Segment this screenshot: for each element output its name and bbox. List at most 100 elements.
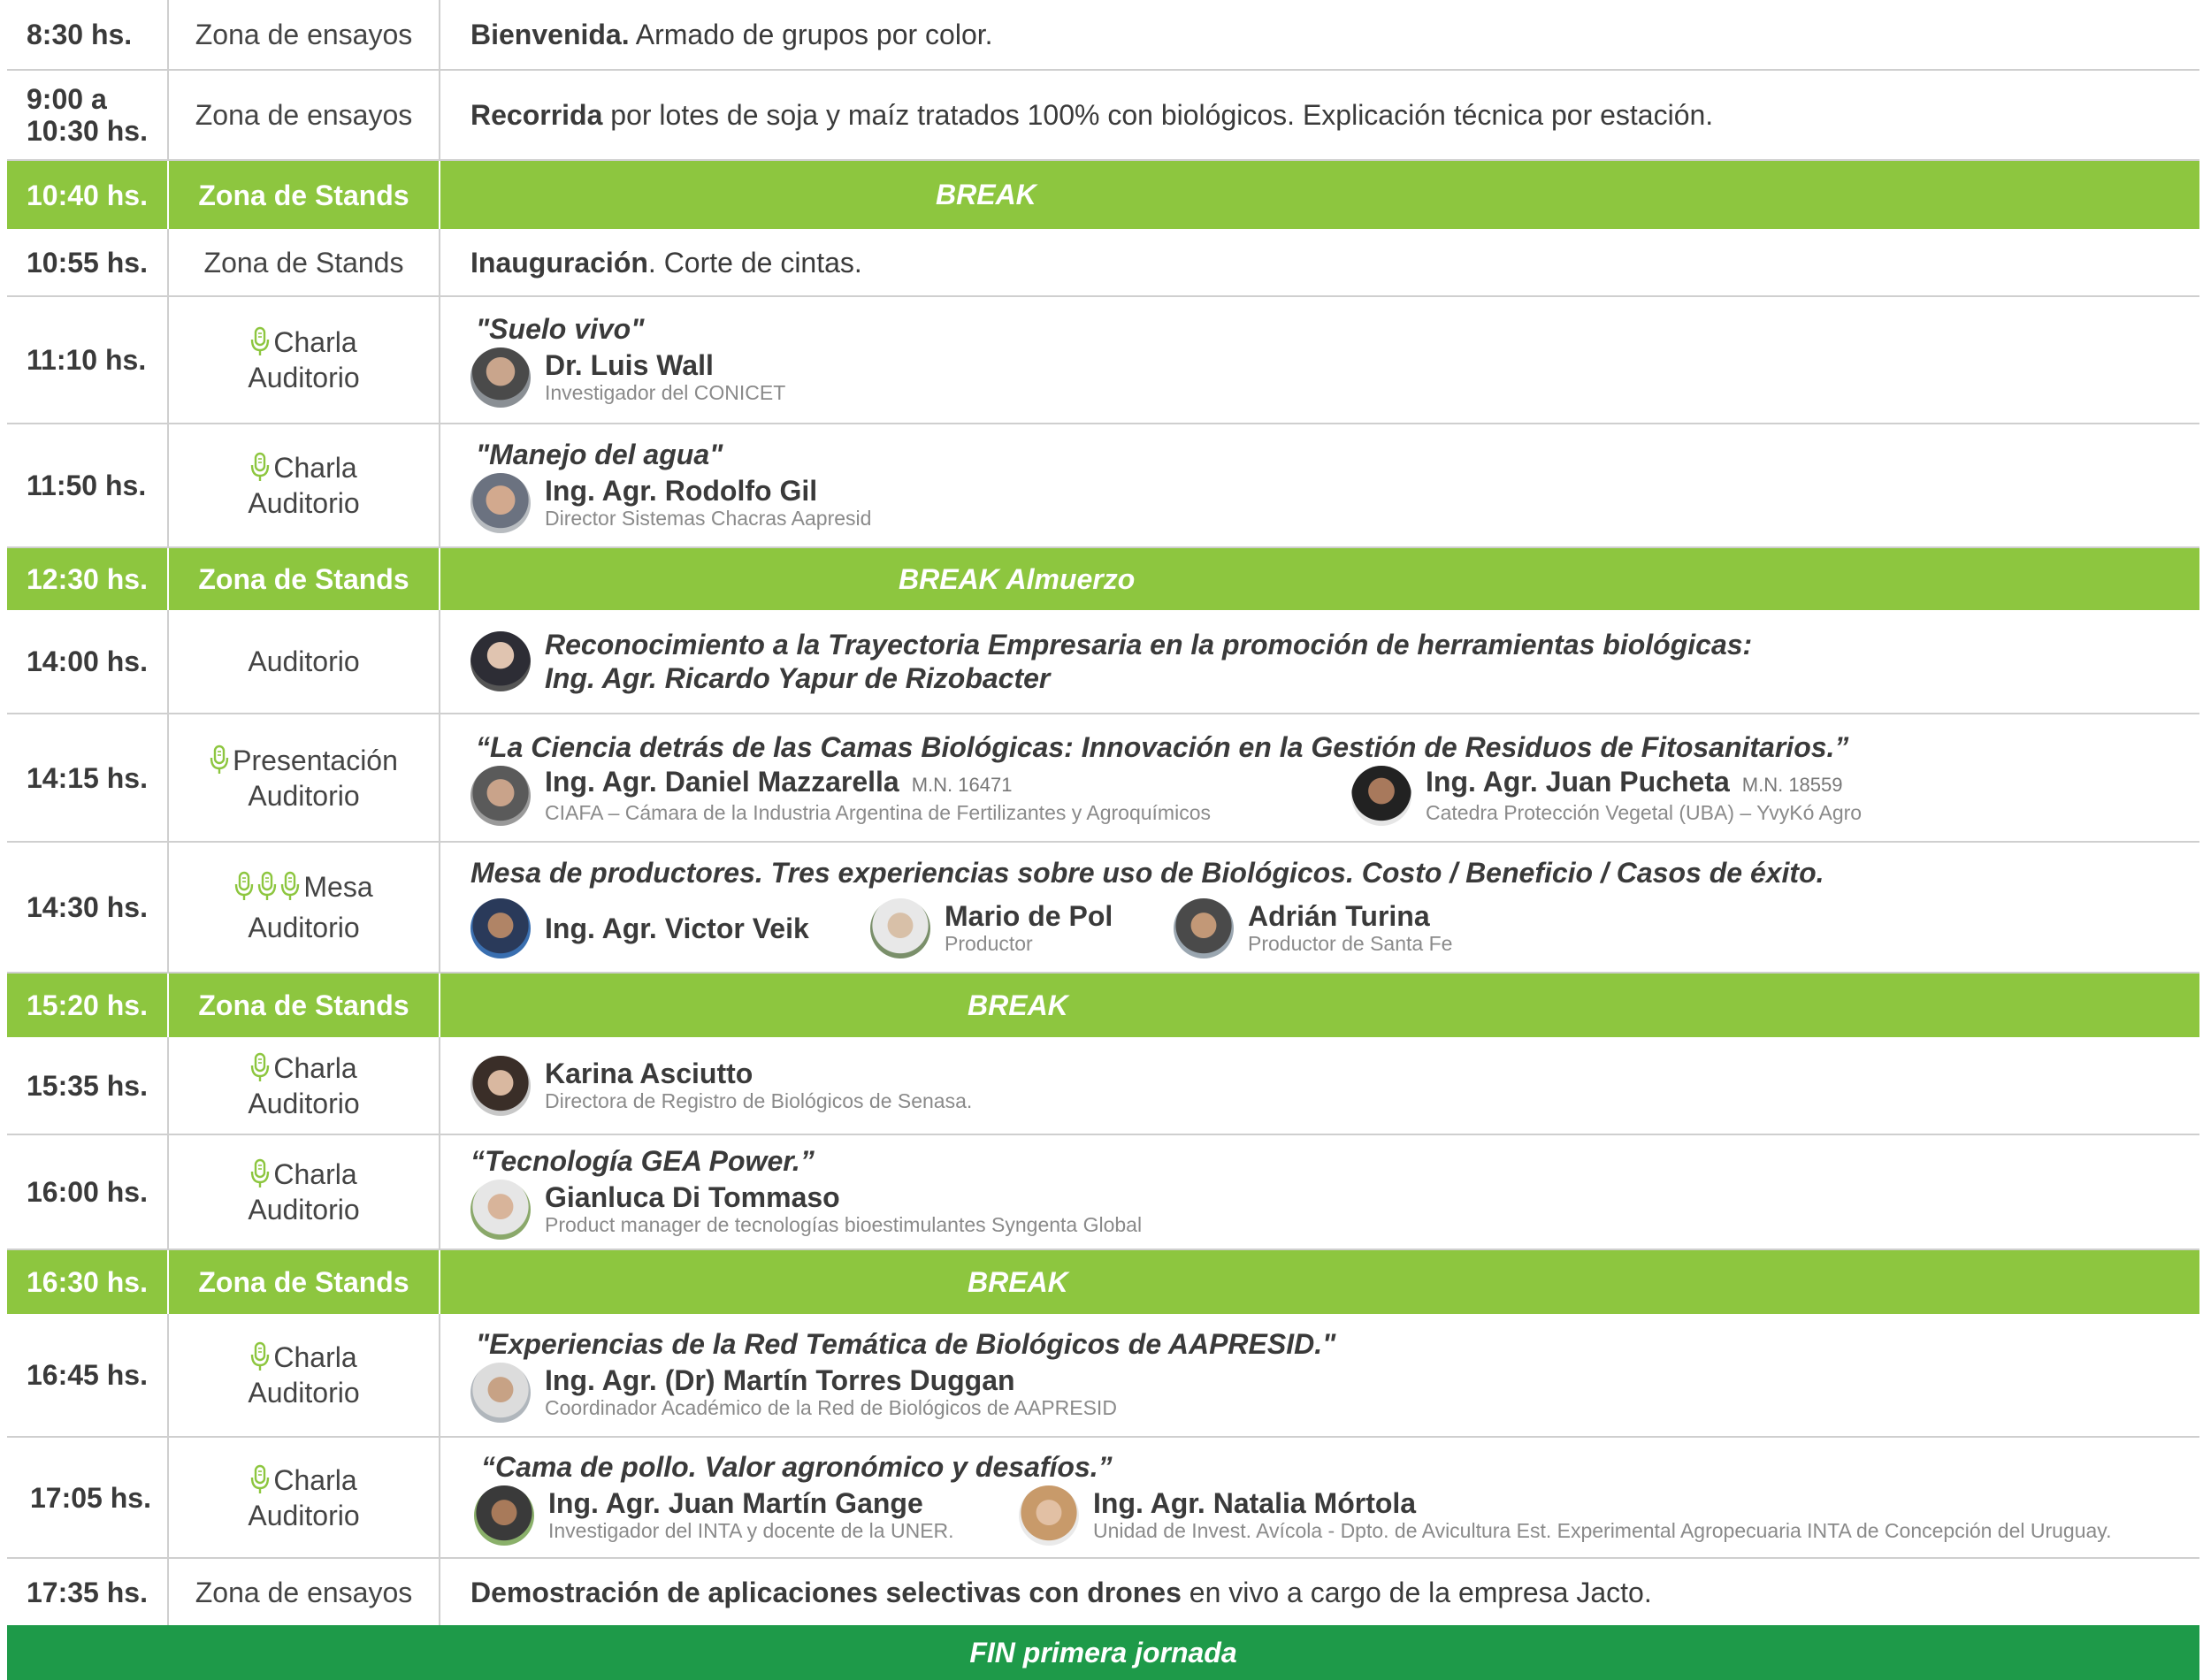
session-place: Auditorio [248,487,360,519]
microphone-icon [210,745,229,776]
microphone-icon [280,871,300,903]
time-cell: 9:00 a 10:30 hs. [7,71,169,159]
agenda-row: 11:10 hs. Charla Auditorio "Suelo vivo" … [7,297,2199,424]
break-label: BREAK [440,161,2199,229]
speaker-role: Productor de Santa Fe [1248,932,1453,955]
session-place: Auditorio [248,1377,360,1409]
location-cell: Auditorio [169,610,440,713]
speaker-role: Investigador del CONICET [545,381,786,404]
description-cell: Inauguración. Corte de cintas. [440,229,2199,295]
break-text: BREAK [936,179,1036,210]
speaker-name: Ing. Agr. Natalia Mórtola [1093,1486,1417,1519]
session-type: Charla [273,1158,357,1190]
break-label: BREAK Almuerzo [440,548,2199,610]
time-end: 10:30 hs. [27,115,148,147]
microphone-icon [250,1341,270,1373]
speaker: Ing. Agr. Victor Veik [470,898,870,958]
speaker: Karina Asciutto Directora de Registro de … [470,1055,972,1116]
speaker-avatar [470,1363,531,1423]
session-type: Charla [273,1463,357,1496]
speaker-avatar [474,1485,534,1546]
agenda-row: 10:55 hs. Zona de Stands Inauguración. C… [7,229,2199,297]
break-text: BREAK [968,1265,1068,1298]
speaker-role: Investigador del INTA y docente de la UN… [548,1518,954,1542]
agenda-row: 16:00 hs. Charla Auditorio “Tecnología G… [7,1135,2199,1250]
agenda-row: 14:15 hs. Presentación Auditorio “La Cie… [7,714,2199,843]
agenda-row: 16:45 hs. Charla Auditorio "Experiencias… [7,1314,2199,1438]
speaker: Ing. Agr. (Dr) Martín Torres Duggan Coord… [470,1363,1117,1423]
talk-title: “Tecnología GEA Power.” [470,1145,815,1177]
speaker-name: Karina Asciutto [545,1057,753,1089]
closing-row: FIN primera jornada [7,1625,2199,1680]
time-cell: 17:05 hs. [7,1438,169,1557]
activity-bold: Inauguración [470,246,648,279]
session-place: Auditorio [248,779,360,812]
speaker: Dr. Luis Wall Investigador del CONICET [470,347,785,408]
session-type: Charla [273,326,357,358]
speaker-name: Ing. Agr. Rodolfo Gil [545,475,818,507]
agenda-row: 8:30 hs. Zona de ensayos Bienvenida. Arm… [7,0,2199,71]
time-cell: 15:35 hs. [7,1037,169,1134]
speaker-name: Gianluca Di Tommaso [545,1181,840,1213]
activity-bold: Recorrida [470,99,603,131]
description-cell: “Tecnología GEA Power.” Gianluca Di Tomm… [440,1135,2199,1249]
speaker-avatar [470,1180,531,1240]
speaker-role: Director Sistemas Chacras Aapresid [545,507,872,530]
location-cell: Zona de Stands [169,974,440,1037]
location-cell: Presentación Auditorio [169,714,440,841]
activity-text: . Corte de cintas. [647,246,862,279]
speaker: Gianluca Di Tommaso Product manager de te… [470,1180,1142,1240]
session-type: Presentación [233,744,398,776]
speaker-role: Coordinador Académico de la Red de Bioló… [545,1396,1117,1419]
activity-text: en vivo a cargo de la empresa Jacto. [1181,1576,1652,1608]
description-cell: "Experiencias de la Red Temática de Biol… [440,1314,2199,1436]
closing-label: FIN primera jornada [969,1636,1237,1669]
talk-title: Mesa de productores. Tres experiencias s… [470,857,1824,889]
session-place: Auditorio [248,1499,360,1531]
microphone-icon [257,871,277,903]
speaker-avatar [470,473,531,533]
location-cell: Charla Auditorio [169,297,440,423]
session-place: Auditorio [248,1194,360,1226]
speaker-name: Adrián Turina [1248,900,1430,932]
time-cell: 16:30 hs. [7,1250,169,1314]
break-row: 12:30 hs. Zona de Stands BREAK Almuerzo [7,548,2199,610]
location-cell: Zona de Stands [169,548,440,610]
description-cell: Karina Asciutto Directora de Registro de … [440,1037,2199,1134]
time-cell: 10:55 hs. [7,229,169,295]
recognition-text: Reconocimiento a la Trayectoria Empresar… [545,629,1753,661]
speaker-avatar [470,898,531,958]
speaker-avatar [870,898,930,958]
speaker: Adrián Turina Productor de Santa Fe [1174,898,1452,958]
location-cell: Zona de ensayos [169,1559,440,1625]
talk-title: “Cama de pollo. Valor agronómico y desaf… [481,1450,1113,1483]
speaker-name: Ing. Agr. (Dr) Martín Torres Duggan [545,1364,1015,1396]
speaker-avatar [1351,765,1411,826]
speaker-license: M.N. 18559 [1741,773,1843,796]
break-text: BREAK Almuerzo [899,562,1136,595]
description-cell: Demostración de aplicaciones selectivas … [440,1559,2199,1625]
break-label: BREAK [440,1250,2199,1314]
session-type: Charla [273,1051,357,1084]
time-cell: 16:45 hs. [7,1314,169,1436]
description-cell: Recorrida por lotes de soja y maíz trata… [440,71,2199,159]
talk-title: "Suelo vivo" [476,313,645,345]
microphone-icon [234,871,254,903]
speaker-name: Ing. Agr. Daniel Mazzarella [545,765,899,798]
session-type: Charla [273,452,357,484]
agenda-row: 17:35 hs. Zona de ensayos Demostración d… [7,1559,2199,1625]
activity-text: Armado de grupos por color. [629,19,993,50]
speaker-role: Product manager de tecnologías bioestimu… [545,1213,1143,1236]
description-cell: Reconocimiento a la Trayectoria Empresar… [440,610,2199,713]
time-cell: 14:00 hs. [7,610,169,713]
speaker-license: M.N. 16471 [911,773,1013,796]
location-cell: Zona de ensayos [169,0,440,69]
break-row: 10:40 hs. Zona de Stands BREAK [7,161,2199,229]
time-cell: 11:50 hs. [7,424,169,546]
speaker-avatar [470,765,531,826]
speaker-role: Catedra Protección Vegetal (UBA) – YvyKó… [1426,800,1863,824]
time-cell: 8:30 hs. [7,0,169,69]
description-cell: “La Ciencia detrás de las Camas Biológic… [440,714,2199,841]
speaker-avatar [1174,898,1234,958]
speaker: Reconocimiento a la Trayectoria Empresar… [470,628,1752,695]
